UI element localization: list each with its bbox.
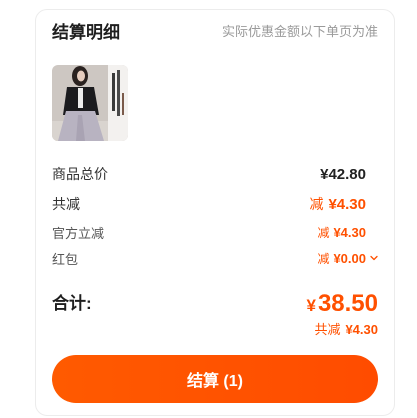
red-packet-value[interactable]: 减 ¥0.00 — [317, 250, 378, 267]
row-red-packet[interactable]: 红包 减 ¥0.00 — [52, 248, 378, 268]
grand-total-discount-label: 共减 — [314, 322, 341, 337]
currency-symbol: ¥ — [306, 296, 316, 315]
checkout-button[interactable]: 结算 (1) — [52, 355, 378, 403]
settlement-detail-card: 结算明细 实际优惠金额以下单页为准 商品总价 ¥42.80 共减 减 ¥4.30 — [35, 9, 395, 416]
subtotal-label: 商品总价 — [52, 166, 108, 182]
official-discount-label: 官方立减 — [52, 225, 105, 241]
discount-amount: ¥4.30 — [333, 224, 366, 240]
subtotal-value: ¥42.80 — [320, 165, 366, 183]
row-official-discount: 官方立减 减 ¥4.30 — [52, 222, 366, 242]
grand-total-amount: ¥38.50 — [306, 289, 378, 322]
product-thumbnail[interactable] — [52, 65, 128, 141]
product-photo — [52, 65, 128, 141]
discount-note: 实际优惠金额以下单页为准 — [221, 24, 378, 39]
grand-total-label: 合计: — [52, 294, 92, 313]
row-total-discount: 共减 减 ¥4.30 — [52, 194, 366, 214]
red-packet-label: 红包 — [52, 251, 79, 267]
chevron-down-icon[interactable] — [370, 255, 378, 261]
grand-total-discount: 共减 ¥4.30 — [314, 322, 378, 338]
discount-prefix: 减 — [309, 196, 324, 212]
row-subtotal: 商品总价 ¥42.80 — [52, 164, 366, 184]
grand-total-discount-value: ¥4.30 — [345, 322, 378, 337]
grand-total-value: 38.50 — [317, 290, 378, 317]
official-discount-value: 减 ¥4.30 — [317, 224, 366, 241]
discount-prefix: 减 — [317, 251, 330, 266]
total-discount-value: 减 ¥4.30 — [309, 194, 366, 214]
total-discount-label: 共减 — [52, 196, 80, 212]
discount-amount: ¥0.00 — [333, 250, 366, 266]
discount-prefix: 减 — [317, 225, 330, 240]
discount-amount: ¥4.30 — [328, 195, 366, 213]
card-title: 结算明细 — [52, 23, 120, 42]
